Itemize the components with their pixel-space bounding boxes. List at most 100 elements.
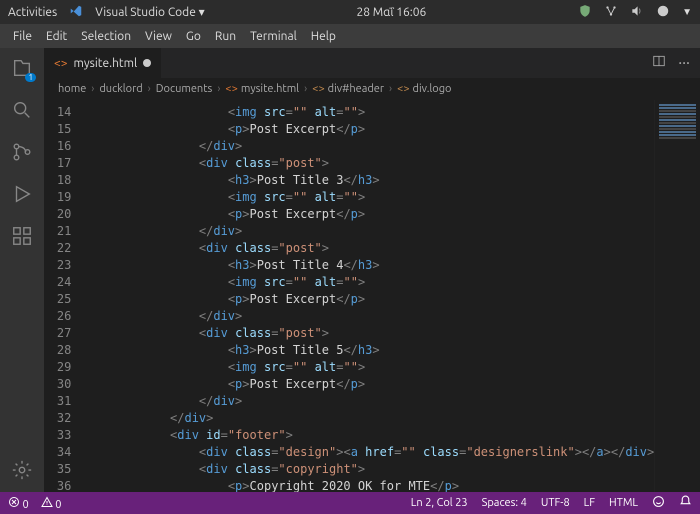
code-line[interactable]: <div class="design"><a href="" class="de… bbox=[83, 444, 654, 461]
code-line[interactable]: </div> bbox=[83, 223, 654, 240]
status-bar: 0 0 Ln 2, Col 23 Spaces: 4 UTF-8 LF HTML bbox=[0, 492, 700, 514]
line-number: 26 bbox=[44, 308, 71, 325]
line-number: 21 bbox=[44, 223, 71, 240]
breadcrumb[interactable]: home›ducklord›Documents›<>mysite.html›<>… bbox=[44, 78, 700, 100]
search-icon[interactable] bbox=[10, 98, 34, 122]
notifications-icon[interactable] bbox=[679, 495, 692, 511]
html-file-icon: <> bbox=[54, 57, 68, 70]
line-number: 29 bbox=[44, 359, 71, 376]
line-gutter: 1415161718192021222324252627282930313233… bbox=[44, 100, 83, 492]
code-line[interactable]: <h3>Post Title 4</h3> bbox=[83, 257, 654, 274]
tab-mysite[interactable]: <> mysite.html bbox=[44, 48, 161, 78]
code-line[interactable]: <p>Copyright 2020 OK for MTE</p> bbox=[83, 478, 654, 492]
breadcrumb-segment[interactable]: Documents bbox=[156, 83, 213, 95]
feedback-icon[interactable] bbox=[652, 495, 665, 511]
menu-bar: FileEditSelectionViewGoRunTerminalHelp bbox=[0, 24, 700, 48]
vscode-app-icon bbox=[69, 4, 83, 21]
menu-terminal[interactable]: Terminal bbox=[243, 30, 304, 43]
html-file-icon: <> bbox=[225, 83, 237, 95]
chevron-down-icon[interactable]: ▼ bbox=[682, 6, 692, 18]
line-number: 18 bbox=[44, 172, 71, 189]
line-number: 31 bbox=[44, 393, 71, 410]
language-mode[interactable]: HTML bbox=[609, 497, 638, 509]
editor-group: <> mysite.html ··· home›ducklord›Documen… bbox=[44, 48, 700, 492]
line-number: 17 bbox=[44, 155, 71, 172]
shield-icon[interactable] bbox=[578, 4, 592, 21]
code-line[interactable]: <div class="post"> bbox=[83, 325, 654, 342]
explorer-badge: 1 bbox=[25, 73, 36, 82]
menu-go[interactable]: Go bbox=[179, 30, 208, 43]
source-control-icon[interactable] bbox=[10, 140, 34, 164]
network-icon[interactable] bbox=[604, 4, 618, 21]
code-line[interactable]: <div class="copyright"> bbox=[83, 461, 654, 478]
breadcrumb-segment[interactable]: <>div.logo bbox=[397, 83, 451, 95]
breadcrumb-segment[interactable]: home bbox=[58, 83, 86, 95]
code-line[interactable]: <img src="" alt=""> bbox=[83, 104, 654, 121]
code-line[interactable]: <div id="footer"> bbox=[83, 427, 654, 444]
app-title[interactable]: Visual Studio Code ▾ bbox=[95, 5, 204, 19]
line-number: 25 bbox=[44, 291, 71, 308]
indent-setting[interactable]: Spaces: 4 bbox=[482, 497, 527, 509]
run-debug-icon[interactable] bbox=[10, 182, 34, 206]
os-top-bar: Activities Visual Studio Code ▾ 28 Μαΐ 1… bbox=[0, 0, 700, 24]
line-number: 16 bbox=[44, 138, 71, 155]
settings-gear-icon[interactable] bbox=[10, 458, 34, 482]
code-line[interactable]: </div> bbox=[83, 410, 654, 427]
power-icon[interactable] bbox=[656, 4, 670, 21]
code-line[interactable]: <img src="" alt=""> bbox=[83, 274, 654, 291]
breadcrumb-segment[interactable]: <>div#header bbox=[312, 83, 384, 95]
encoding[interactable]: UTF-8 bbox=[541, 497, 570, 509]
line-number: 24 bbox=[44, 274, 71, 291]
menu-help[interactable]: Help bbox=[304, 30, 343, 43]
menu-selection[interactable]: Selection bbox=[74, 30, 138, 43]
code-line[interactable]: <div class="post"> bbox=[83, 240, 654, 257]
line-number: 33 bbox=[44, 427, 71, 444]
line-number: 14 bbox=[44, 104, 71, 121]
code-line[interactable]: <p>Post Excerpt</p> bbox=[83, 291, 654, 308]
breadcrumb-segment[interactable]: ducklord bbox=[99, 83, 142, 95]
explorer-icon[interactable]: 1 bbox=[10, 56, 34, 80]
volume-icon[interactable] bbox=[630, 4, 644, 21]
menu-file[interactable]: File bbox=[6, 30, 39, 43]
clock[interactable]: 28 Μαΐ 16:06 bbox=[205, 6, 578, 19]
extensions-icon[interactable] bbox=[10, 224, 34, 248]
code-line[interactable]: <h3>Post Title 5</h3> bbox=[83, 342, 654, 359]
code-line[interactable]: <img src="" alt=""> bbox=[83, 359, 654, 376]
code-line[interactable]: <p>Post Excerpt</p> bbox=[83, 121, 654, 138]
code-line[interactable]: </div> bbox=[83, 308, 654, 325]
more-actions-icon[interactable]: ··· bbox=[678, 54, 690, 72]
menu-view[interactable]: View bbox=[138, 30, 179, 43]
menu-edit[interactable]: Edit bbox=[39, 30, 74, 43]
html-element-icon: <> bbox=[312, 83, 324, 95]
menu-run[interactable]: Run bbox=[208, 30, 243, 43]
code-line[interactable]: <p>Post Excerpt</p> bbox=[83, 206, 654, 223]
line-number: 30 bbox=[44, 376, 71, 393]
tab-dirty-dot bbox=[143, 59, 151, 67]
line-number: 20 bbox=[44, 206, 71, 223]
tab-bar: <> mysite.html ··· bbox=[44, 48, 700, 78]
errors-count[interactable]: 0 bbox=[8, 496, 29, 511]
split-editor-icon[interactable] bbox=[652, 54, 666, 72]
line-number: 19 bbox=[44, 189, 71, 206]
breadcrumb-segment[interactable]: <>mysite.html bbox=[225, 83, 299, 95]
code-line[interactable]: <div class="post"> bbox=[83, 155, 654, 172]
line-number: 23 bbox=[44, 257, 71, 274]
line-number: 28 bbox=[44, 342, 71, 359]
line-number: 36 bbox=[44, 478, 71, 492]
code-line[interactable]: </div> bbox=[83, 393, 654, 410]
line-number: 32 bbox=[44, 410, 71, 427]
code-editor[interactable]: <img src="" alt=""> <p>Post Excerpt</p> … bbox=[83, 100, 654, 492]
activities-button[interactable]: Activities bbox=[8, 6, 57, 19]
line-number: 34 bbox=[44, 444, 71, 461]
line-number: 35 bbox=[44, 461, 71, 478]
eol[interactable]: LF bbox=[584, 497, 595, 509]
activity-bar: 1 bbox=[0, 48, 44, 492]
cursor-position[interactable]: Ln 2, Col 23 bbox=[411, 497, 468, 509]
code-line[interactable]: <p>Post Excerpt</p> bbox=[83, 376, 654, 393]
minimap[interactable] bbox=[654, 100, 700, 492]
code-line[interactable]: <h3>Post Title 3</h3> bbox=[83, 172, 654, 189]
code-line[interactable]: </div> bbox=[83, 138, 654, 155]
warnings-count[interactable]: 0 bbox=[41, 496, 62, 511]
html-element-icon: <> bbox=[397, 83, 409, 95]
code-line[interactable]: <img src="" alt=""> bbox=[83, 189, 654, 206]
